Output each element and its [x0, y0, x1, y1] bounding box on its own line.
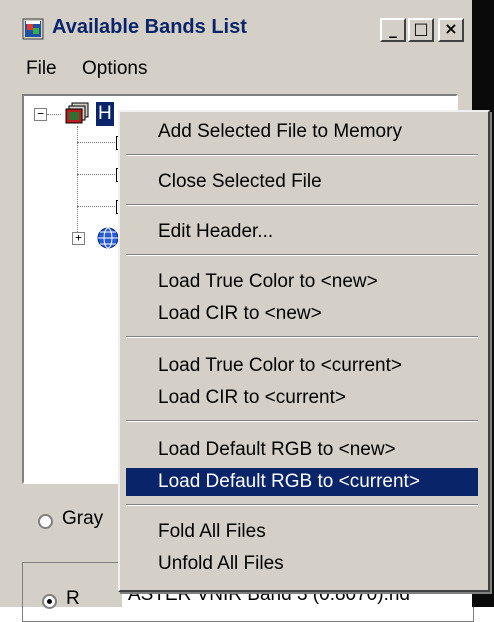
- menu-load-default-rgb-current[interactable]: Load Default RGB to <current>: [126, 468, 478, 496]
- menu-file[interactable]: File: [26, 58, 57, 80]
- close-button[interactable]: ×: [438, 18, 464, 42]
- tree-connector: [47, 114, 61, 115]
- tree-connector: [77, 142, 117, 143]
- menu-separator: [126, 336, 478, 338]
- tree-connector: [77, 174, 117, 175]
- window-title: Available Bands List: [52, 16, 247, 38]
- menu-separator: [126, 154, 478, 156]
- menu-separator: [126, 254, 478, 256]
- menu-load-true-color-current[interactable]: Load True Color to <current>: [126, 352, 478, 380]
- menu-separator: [126, 204, 478, 206]
- minimize-icon: _: [389, 19, 397, 38]
- menu-load-true-color-new[interactable]: Load True Color to <new>: [126, 268, 478, 296]
- maximize-icon: □: [413, 19, 429, 38]
- menu-load-cir-current[interactable]: Load CIR to <current>: [126, 384, 478, 412]
- app-icon: [22, 18, 44, 40]
- gray-scale-label: Gray: [62, 508, 104, 529]
- expand-expander-icon[interactable]: +: [72, 232, 85, 245]
- root-file-node[interactable]: H: [96, 102, 114, 126]
- gray-scale-radio[interactable]: [38, 514, 53, 529]
- menu-load-default-rgb-new[interactable]: Load Default RGB to <new>: [126, 436, 478, 464]
- menu-add-selected-file-to-memory[interactable]: Add Selected File to Memory: [126, 118, 478, 146]
- menu-unfold-all-files[interactable]: Unfold All Files: [126, 550, 478, 578]
- globe-icon[interactable]: [96, 226, 120, 250]
- menu-close-selected-file[interactable]: Close Selected File: [126, 168, 478, 196]
- tree-connector: [77, 206, 117, 207]
- title-bar[interactable]: Available Bands List _ □ ×: [10, 10, 472, 48]
- menu-fold-all-files[interactable]: Fold All Files: [126, 518, 478, 546]
- menu-options[interactable]: Options: [82, 58, 147, 80]
- minimize-button[interactable]: _: [380, 18, 406, 42]
- menu-separator: [126, 504, 478, 506]
- close-icon: ×: [444, 19, 458, 38]
- menu-separator: [126, 420, 478, 422]
- context-menu: Add Selected File to Memory Close Select…: [118, 110, 490, 592]
- menu-edit-header[interactable]: Edit Header...: [126, 218, 478, 246]
- maximize-button[interactable]: □: [408, 18, 434, 42]
- collapse-expander-icon[interactable]: −: [34, 108, 47, 121]
- menu-load-cir-new[interactable]: Load CIR to <new>: [126, 300, 478, 328]
- file-stack-icon: [65, 102, 89, 124]
